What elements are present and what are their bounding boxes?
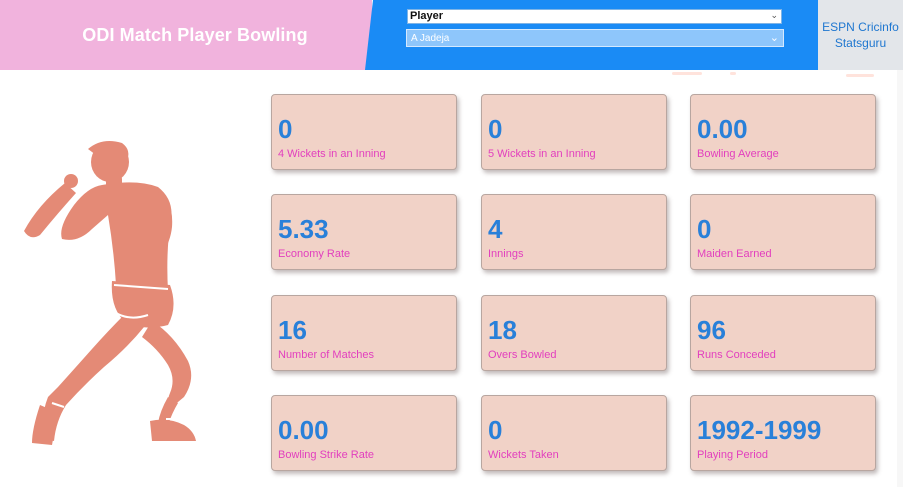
decorative-stroke: [672, 72, 702, 75]
field-selector-dropdown[interactable]: Player ⌄: [407, 9, 782, 24]
kpi-value: 0: [488, 415, 503, 445]
espn-statsguru-link[interactable]: ESPN Cricinfo Statsguru: [818, 0, 903, 70]
kpi-value: 0: [488, 114, 503, 144]
kpi-value: 0: [697, 214, 712, 244]
kpi-card: 18 Overs Bowled: [481, 295, 667, 371]
kpi-label: Number of Matches: [278, 349, 374, 361]
report-title: ODI Match Player Bowling: [82, 24, 308, 45]
decorative-stroke: [730, 72, 736, 75]
kpi-card: 0 5 Wickets in an Inning: [481, 94, 667, 170]
kpi-label: Overs Bowled: [488, 349, 557, 361]
kpi-label: Wickets Taken: [488, 449, 559, 461]
cricket-bowler-icon: [24, 141, 196, 445]
kpi-card: 0 4 Wickets in an Inning: [271, 94, 457, 170]
kpi-card: 96 Runs Conceded: [690, 295, 876, 371]
kpi-label: Innings: [488, 248, 524, 260]
vertical-scrollbar[interactable]: [897, 70, 903, 487]
field-selector-value: Player: [410, 10, 444, 22]
kpi-card: 0.00 Bowling Strike Rate: [271, 395, 457, 471]
kpi-label: Playing Period: [697, 449, 768, 461]
kpi-value: 0: [278, 114, 293, 144]
kpi-label: Bowling Strike Rate: [278, 449, 374, 461]
kpi-label: Bowling Average: [697, 148, 779, 160]
kpi-label: Runs Conceded: [697, 349, 776, 361]
kpi-label: 4 Wickets in an Inning: [278, 148, 386, 160]
espn-statsguru-link-text[interactable]: ESPN Cricinfo Statsguru: [818, 19, 903, 51]
kpi-card: 0 Maiden Earned: [690, 194, 876, 270]
kpi-label: Maiden Earned: [697, 248, 772, 260]
player-selector-dropdown[interactable]: A Jadeja ⌄: [406, 29, 784, 47]
kpi-card: 16 Number of Matches: [271, 295, 457, 371]
kpi-label: Economy Rate: [278, 248, 351, 260]
slicer-panel: Player ⌄ A Jadeja ⌄: [365, 0, 818, 70]
chevron-down-icon[interactable]: ⌄: [770, 9, 778, 22]
kpi-card: 0.00 Bowling Average: [690, 94, 876, 170]
kpi-value: 5.33: [278, 214, 329, 244]
kpi-card: 1992-1999 Playing Period: [690, 395, 876, 471]
chevron-down-icon[interactable]: ⌄: [770, 30, 779, 47]
kpi-label: 5 Wickets in an Inning: [488, 148, 596, 160]
report-title-banner: ODI Match Player Bowling: [0, 0, 372, 70]
kpi-card: 0 Wickets Taken: [481, 395, 667, 471]
player-selector-value: A Jadeja: [411, 33, 450, 44]
kpi-value: 4: [488, 214, 503, 244]
kpi-value: 0.00: [697, 114, 748, 144]
kpi-value: 96: [697, 315, 726, 345]
kpi-value: 0.00: [278, 415, 329, 445]
kpi-value: 16: [278, 315, 307, 345]
kpi-value: 18: [488, 315, 517, 345]
decorative-stroke: [846, 74, 874, 77]
kpi-card: 5.33 Economy Rate: [271, 194, 457, 270]
kpi-value: 1992-1999: [697, 415, 822, 445]
kpi-card: 4 Innings: [481, 194, 667, 270]
